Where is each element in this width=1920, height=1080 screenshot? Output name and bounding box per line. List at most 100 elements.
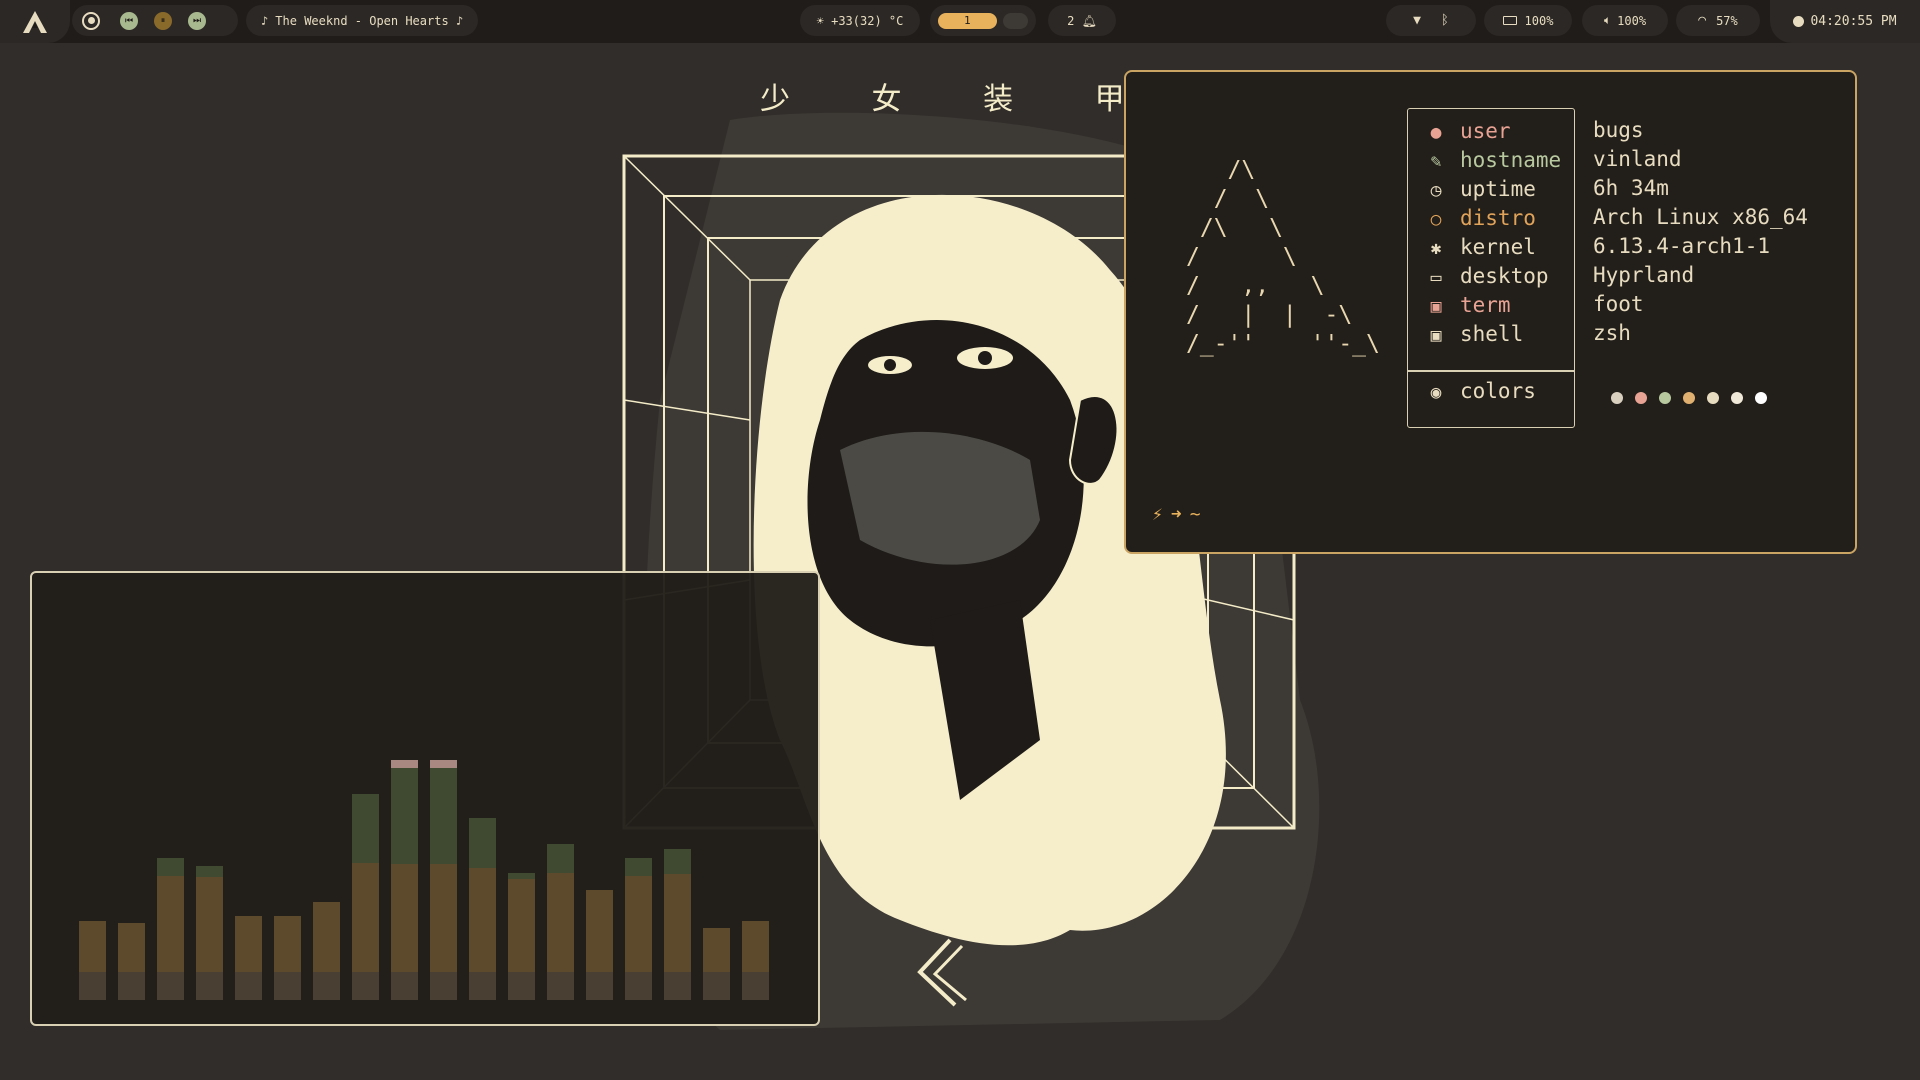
palette-dot [1755, 392, 1767, 404]
bluetooth-icon[interactable]: ᛒ [1441, 13, 1449, 28]
fetch-value-shell: zsh [1593, 321, 1631, 345]
network-text: 57% [1716, 13, 1738, 28]
cava-bar-mid-segment [625, 858, 652, 876]
cava-bar-mid-segment [157, 858, 184, 876]
cava-bar-mid-segment [430, 768, 457, 864]
workspace-inactive[interactable] [1002, 12, 1028, 29]
user-icon: ● [1430, 121, 1442, 143]
prompt-arrow: ➜ [1170, 504, 1182, 525]
arch-ascii-logo: /\ / \ /\ \ / \ / ,, \ / | | -\ /_-'' ''… [1186, 157, 1380, 357]
tray: ▼ ᛒ [1386, 5, 1476, 36]
pause-icon[interactable]: ⏸ [154, 11, 172, 30]
now-playing-text: ♪ The Weeknd - Open Hearts ♪ [260, 13, 464, 28]
now-playing[interactable]: ♪ The Weeknd - Open Hearts ♪ [246, 5, 478, 36]
circle-icon: ○ [1430, 208, 1442, 230]
palette-dot [1731, 392, 1743, 404]
fetch-label-user: user [1460, 119, 1511, 143]
fetch-label-kernel: kernel [1460, 235, 1536, 259]
fetch-value-hostname: vinland [1593, 147, 1682, 171]
info-separator [1408, 370, 1574, 372]
skip-next-icon[interactable]: ⏭ [188, 11, 206, 30]
cava-bar-mid-segment [391, 768, 418, 864]
cava-bar [742, 921, 769, 1000]
cava-bar-mid-segment [664, 849, 691, 874]
cava-bar [547, 844, 574, 1000]
fetch-value-kernel: 6.13.4-arch1-1 [1593, 234, 1771, 258]
cava-bar [430, 760, 457, 1000]
fetch-label-uptime: uptime [1460, 177, 1536, 201]
cava-bar [625, 858, 652, 1000]
prompt-dir: ~ [1189, 504, 1201, 525]
bolt-icon: ⚡ [1152, 504, 1163, 525]
workspaces: 1 [930, 5, 1036, 36]
network-widget[interactable]: ◠ 57% [1676, 5, 1760, 36]
fetch-label-desktop: desktop [1460, 264, 1549, 288]
notifications-widget[interactable]: 2 🔔︎ [1048, 5, 1116, 36]
media-controls: ⏮ ⏸ ⏭ [72, 5, 238, 36]
volume-text: 100% [1617, 13, 1647, 28]
fetch-value-user: bugs [1593, 118, 1644, 142]
cava-bar [469, 818, 496, 1000]
palette-dot [1635, 392, 1647, 404]
cava-bar-mid-segment [547, 844, 574, 873]
fetch-label-term: term [1460, 293, 1511, 317]
battery-widget[interactable]: 100% [1484, 5, 1572, 36]
fetch-terminal-window[interactable]: /\ / \ /\ \ / \ / ,, \ / | | -\ /_-'' ''… [1124, 70, 1857, 554]
cava-bar [586, 890, 613, 1000]
battery-icon [1502, 16, 1517, 25]
fetch-label-colors: colors [1460, 379, 1536, 403]
cava-bar [274, 916, 301, 1000]
notifications-text: 2 🔔︎ [1067, 13, 1097, 28]
fetch-value-uptime: 6h 34m [1593, 176, 1669, 200]
color-palette-dots [1611, 392, 1767, 404]
feather-icon: ✎ [1430, 150, 1442, 172]
cava-bar [79, 921, 106, 1000]
cava-bar [313, 902, 340, 1000]
terminal-icon: ▣ [1430, 324, 1442, 346]
gear-icon: ✱ [1430, 237, 1442, 259]
clock-text: 04:20:55 PM [1810, 14, 1897, 29]
fetch-value-term: foot [1593, 292, 1644, 316]
palette-dot [1659, 392, 1671, 404]
volume-widget[interactable]: 🔈︎ 100% [1582, 5, 1668, 36]
network-icon: ◠ [1698, 13, 1707, 28]
palette-dot [1683, 392, 1695, 404]
cava-bar-mid-segment [469, 818, 496, 868]
fetch-label-distro: distro [1460, 206, 1536, 230]
weather-text: ☀ +33(32) °C [816, 13, 904, 28]
fetch-label-shell: shell [1460, 322, 1524, 346]
battery-text: 100% [1524, 13, 1554, 28]
workspace-active[interactable]: 1 [938, 12, 997, 29]
cava-bar [664, 849, 691, 1000]
launcher-button[interactable] [0, 0, 70, 43]
cava-bar-mid-segment [508, 873, 535, 879]
palette-dot [1611, 392, 1623, 404]
wifi-icon[interactable]: ▼ [1413, 13, 1421, 28]
cava-bar-mid-segment [352, 794, 379, 863]
clock-icon [1793, 16, 1805, 27]
weather-widget[interactable]: ☀ +33(32) °C [800, 5, 920, 36]
fetch-value-distro: Arch Linux x86_64 [1593, 205, 1808, 229]
volume-icon: 🔈︎ [1603, 13, 1612, 27]
terminal-icon: ▣ [1430, 295, 1442, 317]
shell-prompt[interactable]: ⚡ ➜ ~ [1152, 504, 1201, 525]
cava-bar [235, 916, 262, 1000]
cava-bar [352, 794, 379, 1000]
cava-bar-peak [430, 760, 457, 768]
fetch-info-box: ● user ✎ hostname ◷ uptime ○ distro ✱ kernel ▭ desk… [1407, 108, 1575, 428]
palette-icon: ◉ [1430, 381, 1442, 403]
fetch-label-hostname: hostname [1460, 148, 1562, 172]
clock-widget[interactable]: 04:20:55 PM [1770, 0, 1920, 43]
clock-icon: ◷ [1430, 179, 1442, 201]
top-bar: ⏮ ⏸ ⏭ ♪ The Weeknd - Open Hearts ♪ ☀ +33… [0, 0, 1920, 43]
monitor-icon: ▭ [1430, 266, 1442, 288]
arch-logo-icon [23, 10, 47, 33]
cava-bar-mid-segment [196, 866, 223, 877]
record-icon[interactable] [82, 11, 100, 30]
cava-bar [157, 858, 184, 1000]
cava-visualizer-window[interactable] [30, 571, 820, 1026]
palette-dot [1707, 392, 1719, 404]
cava-bar [703, 928, 730, 1000]
cava-bar [196, 866, 223, 1000]
skip-previous-icon[interactable]: ⏮ [120, 11, 138, 30]
